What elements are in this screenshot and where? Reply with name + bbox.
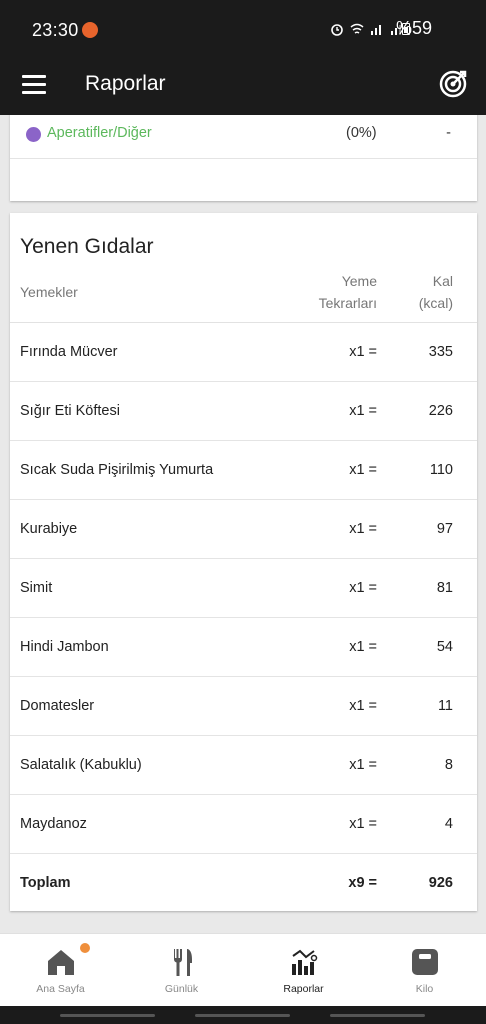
notification-app-icon	[82, 22, 98, 38]
food-kcal: 97	[436, 521, 453, 537]
battery-level: %59	[395, 18, 432, 38]
menu-icon[interactable]	[22, 75, 46, 97]
status-icons	[330, 22, 404, 36]
food-rows: Fırında Mücver x1 = 335 Sığır Eti Köftesi x…	[10, 323, 477, 913]
nav-item-weight[interactable]: Kilo	[364, 934, 485, 1007]
table-row[interactable]: Hindi Jambon x1 = 54	[10, 618, 477, 677]
food-kcal: 335	[428, 344, 453, 360]
food-kcal: 110	[429, 462, 453, 478]
wifi-icon	[350, 23, 364, 34]
food-repetition: x1 =	[349, 462, 377, 478]
fork-knife-icon	[173, 949, 192, 976]
food-repetition: x1 =	[349, 816, 377, 832]
food-repetition: x1 =	[349, 757, 377, 773]
total-row: Toplam x9 = 926	[10, 854, 477, 913]
food-name: Kurabiye	[20, 521, 78, 537]
total-kcal: 926	[428, 875, 453, 891]
food-name: Maydanoz	[20, 816, 87, 832]
food-repetition: x1 =	[349, 403, 377, 419]
food-repetition: x1 =	[349, 580, 377, 596]
category-color-dot	[26, 127, 41, 142]
eaten-foods-card: Yenen Gıdalar Yemekler Yeme Tekrarları K…	[10, 213, 477, 911]
nav-label-home: Ana Sayfa	[36, 983, 85, 995]
food-name: Sığır Eti Köftesi	[20, 403, 120, 419]
nav-label-diary: Günlük	[164, 983, 199, 995]
category-row: Aperatifler/Diğer (0%) -	[10, 115, 477, 159]
total-label: Toplam	[20, 875, 71, 891]
table-row[interactable]: Sıcak Suda Pişirilmiş Yumurta x1 = 110	[10, 441, 477, 500]
page-title: Raporlar	[85, 72, 166, 95]
home-gesture[interactable]	[195, 1014, 290, 1017]
food-repetition: x1 =	[349, 639, 377, 655]
nav-item-diary[interactable]: Günlük	[121, 934, 242, 1007]
table-row[interactable]: Maydanoz x1 = 4	[10, 795, 477, 854]
food-repetition: x1 =	[349, 344, 377, 360]
target-icon[interactable]	[438, 69, 468, 99]
status-time: 23:30	[32, 20, 79, 40]
chart-icon	[291, 949, 317, 975]
eaten-foods-title: Yenen Gıdalar	[20, 235, 154, 258]
col-header-kcal: Kal (kcal)	[418, 273, 453, 311]
total-repetition: x9 =	[348, 875, 377, 891]
food-kcal: 81	[436, 580, 453, 596]
table-row[interactable]: Domatesler x1 = 11	[10, 677, 477, 736]
food-repetition: x1 =	[349, 698, 377, 714]
nav-label-reports: Raporlar	[283, 983, 324, 995]
table-row[interactable]: Simit x1 = 81	[10, 559, 477, 618]
report-content[interactable]: Aperatifler/Diğer (0%) - Yenen Gıdalar Y…	[0, 115, 486, 933]
back-gesture[interactable]	[330, 1014, 425, 1017]
notification-dot	[80, 943, 90, 953]
category-value: -	[446, 125, 451, 141]
table-row[interactable]: Sığır Eti Köftesi x1 = 226	[10, 382, 477, 441]
food-name: Fırında Mücver	[20, 344, 118, 360]
food-name: Salatalık (Kabuklu)	[20, 757, 142, 773]
col-header-foods: Yemekler	[20, 284, 78, 300]
food-kcal: 4	[444, 816, 453, 832]
app-bar: Raporlar	[0, 60, 486, 115]
system-navigation-bar	[0, 1006, 486, 1024]
signal-icon	[371, 25, 381, 35]
recents-gesture[interactable]	[60, 1014, 155, 1017]
food-name: Simit	[20, 580, 53, 596]
alarm-icon	[331, 24, 343, 36]
col-header-repetitions: Yeme Tekrarları	[318, 273, 377, 311]
food-name: Sıcak Suda Pişirilmiş Yumurta	[20, 462, 214, 478]
food-kcal: 54	[436, 639, 453, 655]
table-row[interactable]: Salatalık (Kabuklu) x1 = 8	[10, 736, 477, 795]
food-repetition: x1 =	[349, 521, 377, 537]
table-row[interactable]: Kurabiye x1 = 97	[10, 500, 477, 559]
food-name: Hindi Jambon	[20, 639, 109, 655]
home-icon	[47, 950, 74, 975]
category-card: Aperatifler/Diğer (0%) -	[10, 115, 477, 201]
food-name: Domatesler	[20, 698, 95, 714]
food-kcal: 8	[444, 757, 453, 773]
nav-label-weight: Kilo	[415, 983, 434, 995]
scale-icon	[411, 949, 438, 975]
nav-item-reports[interactable]: Raporlar	[243, 934, 364, 1007]
nav-item-home[interactable]: Ana Sayfa	[0, 934, 121, 1007]
category-percent: (0%)	[346, 125, 377, 141]
category-label: Aperatifler/Diğer	[47, 125, 152, 141]
food-kcal: 11	[437, 698, 453, 714]
food-kcal: 226	[428, 403, 453, 419]
bottom-navigation: Ana Sayfa Günlük Raporlar Kilo	[0, 933, 486, 1006]
status-bar: 23:30 %59	[0, 0, 486, 60]
table-row[interactable]: Fırında Mücver x1 = 335	[10, 323, 477, 382]
